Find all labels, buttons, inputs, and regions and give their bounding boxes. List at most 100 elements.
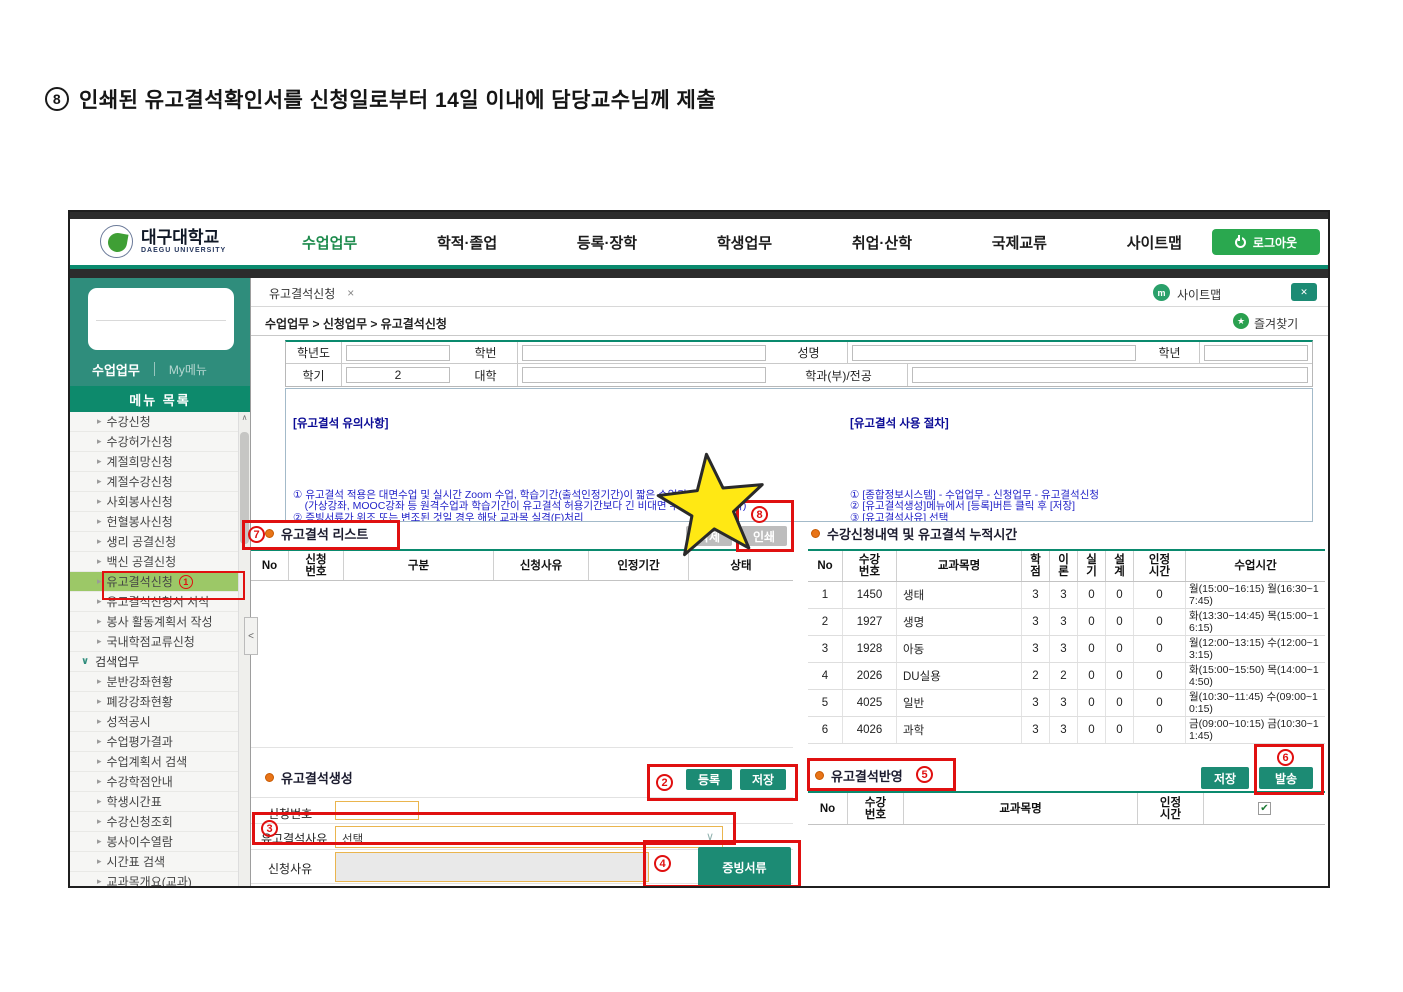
sidebar-menu-item[interactable]: 계절희망신청 — [70, 452, 238, 472]
sidebar-menu-item[interactable]: 시간표 검색 — [70, 852, 238, 872]
form-field[interactable] — [342, 342, 454, 363]
sidebar-menu-item[interactable]: 수강신청 — [70, 412, 238, 432]
cell-accepted-hours: 0 — [1134, 717, 1186, 743]
chevron-down-icon: ∨ — [706, 830, 714, 843]
sidebar-menu-item[interactable]: 국내학점교류신청 — [70, 632, 238, 652]
annotation-step-4-circle: 4 — [654, 855, 671, 872]
table-row: 3 1928 아동 3 3 0 0 0 월(12:00~13:15) 수(12:… — [808, 636, 1325, 663]
sidebar-menu-item[interactable]: 수업계획서 검색 — [70, 752, 238, 772]
nav-item[interactable]: 사이트맵 — [1127, 232, 1182, 253]
sidebar-tab-mymenu[interactable]: My메뉴 — [169, 361, 207, 378]
cell-class-time: 월(10:30~11:45) 수(09:00~10:15) — [1186, 690, 1325, 716]
sitemap-icon[interactable]: m — [1153, 284, 1170, 301]
form-field[interactable] — [518, 342, 770, 363]
sidebar-menu-item[interactable]: 수강허가신청 — [70, 432, 238, 452]
cell-course-code: 1927 — [843, 609, 897, 635]
application-no-label: 신청번호 — [268, 805, 312, 822]
menu-item-label: 수강학점안내 — [107, 773, 173, 790]
sidebar-menu-item[interactable]: 봉사 활동계획서 작성 — [70, 612, 238, 632]
cell-no: 6 — [808, 717, 843, 743]
sidebar-menu-item[interactable]: 수강학점안내 — [70, 772, 238, 792]
select-all-checkbox[interactable]: ✔ — [1258, 802, 1271, 815]
sidebar-menu-item[interactable]: 유고결석신청 1 — [70, 572, 238, 592]
nav-item[interactable]: 학적·졸업 — [437, 232, 497, 253]
sidebar-menu-item[interactable]: 사회봉사신청 — [70, 492, 238, 512]
tab-close-icon[interactable]: × — [347, 286, 354, 300]
column-header: 수업시간 — [1186, 551, 1325, 581]
sidebar-menu-item[interactable]: 봉사이수열람 — [70, 832, 238, 852]
sidebar-menu-item[interactable]: 교과목개요(교과) — [70, 872, 238, 888]
step-8-badge: 8 — [45, 87, 69, 111]
main-nav: 수업업무 학적·졸업 등록·장학 학생업무 취업·산학 — [302, 219, 1182, 265]
page: 8 인쇄된 유고결석확인서를 신청일로부터 14일 이내에 담당교수님께 제출 … — [0, 0, 1403, 992]
sidebar-collapse-handle[interactable]: < — [244, 617, 258, 655]
sitemap-link[interactable]: 사이트맵 — [1177, 286, 1221, 303]
form-field[interactable] — [848, 342, 1140, 363]
notice-procedure: [유고결석 사용 절차] ① [종합정보시스템] - 수업업무 - 신청업무 -… — [850, 393, 1312, 522]
section-bullet-icon — [815, 771, 824, 780]
nav-item[interactable]: 학생업무 — [717, 232, 772, 253]
logout-button[interactable]: 로그아웃 — [1212, 229, 1320, 255]
send-button[interactable]: 발송 — [1259, 767, 1313, 789]
sidebar-menu-item[interactable]: 검색업무 — [70, 652, 238, 672]
form-field-label: 대학 — [454, 364, 518, 386]
annotation-step-2-circle: 2 — [656, 774, 673, 791]
tab-absence-application[interactable]: 유고결석신청 × — [259, 281, 364, 305]
save-button-create[interactable]: 저장 — [740, 769, 786, 790]
cell-credit: 3 — [1022, 636, 1050, 662]
detail-reason-textarea[interactable] — [335, 852, 649, 882]
absence-reason-select[interactable]: 선택 ∨ — [335, 826, 723, 848]
sidebar-tab-main[interactable]: 수업업무 — [92, 360, 140, 379]
cell-course-code: 2026 — [843, 663, 897, 689]
period-start-input[interactable] — [335, 886, 427, 888]
content-top-strip — [70, 269, 1328, 278]
notice-procedure-title: [유고결석 사용 절차] — [850, 417, 1312, 431]
annotation-step-6-circle: 6 — [1277, 749, 1294, 766]
menu-item-label: 수강신청조회 — [107, 813, 173, 830]
table-row: 4 2026 DU실용 2 2 0 0 0 화(15:00~15:50) 목(1… — [808, 663, 1325, 690]
menu-item-label: 수업평가결과 — [107, 733, 173, 750]
application-no-input[interactable] — [335, 801, 419, 820]
nav-item[interactable]: 취업·산학 — [852, 232, 912, 253]
period-end-input[interactable] — [449, 886, 541, 888]
detail-reason-label: 신청사유 — [268, 860, 312, 877]
sidebar-menu-item[interactable]: 유고결석신청서 서식 — [70, 592, 238, 612]
cell-design: 0 — [1106, 582, 1134, 608]
save-button-apply[interactable]: 저장 — [1201, 767, 1249, 789]
attachment-button[interactable]: 증빙서류 — [698, 847, 791, 887]
form-field[interactable] — [908, 364, 1312, 386]
sidebar-menu-item[interactable]: 헌혈봉사신청 — [70, 512, 238, 532]
column-header: 학 점 — [1022, 551, 1050, 581]
favorite-link[interactable]: 즐겨찾기 — [1254, 315, 1298, 332]
scroll-up-arrow-icon[interactable]: ∧ — [239, 413, 250, 425]
cell-course-code: 1450 — [843, 582, 897, 608]
menu-item-label: 봉사이수열람 — [107, 833, 173, 850]
scrollbar-thumb[interactable] — [240, 432, 249, 544]
sidebar-menu-item[interactable]: 분반강좌현황 — [70, 672, 238, 692]
nav-item[interactable]: 국제교류 — [992, 232, 1047, 253]
absence-apply-table-header: No 수강 번호 교과목명 인정 시간 ✔ — [808, 793, 1325, 825]
close-all-windows-icon[interactable]: ✕ — [1291, 283, 1317, 301]
menu-item-label: 헌혈봉사신청 — [107, 513, 173, 530]
nav-item[interactable]: 등록·장학 — [577, 232, 637, 253]
menu-item-label: 국내학점교류신청 — [107, 633, 195, 650]
favorite-star-icon[interactable]: ★ — [1233, 313, 1249, 329]
sidebar-menu-item[interactable]: 수업평가결과 — [70, 732, 238, 752]
sidebar-menu-item[interactable]: 계절수강신청 — [70, 472, 238, 492]
cell-design: 0 — [1106, 636, 1134, 662]
register-button[interactable]: 등록 — [686, 769, 732, 790]
sidebar-menu-item[interactable]: 성적공시 — [70, 712, 238, 732]
form-field-input: 2 — [346, 367, 450, 383]
cell-credit: 3 — [1022, 690, 1050, 716]
sidebar-menu-item[interactable]: 폐강강좌현황 — [70, 692, 238, 712]
form-field[interactable] — [1200, 342, 1312, 363]
form-field[interactable] — [518, 364, 770, 386]
sidebar-menu-item[interactable]: 백신 공결신청 — [70, 552, 238, 572]
sidebar-menu-item[interactable]: 수강신청조회 — [70, 812, 238, 832]
form-field[interactable]: 2 — [342, 364, 454, 386]
sidebar-menu-item[interactable]: 생리 공결신청 — [70, 532, 238, 552]
sidebar-menu-item[interactable]: 학생시간표 — [70, 792, 238, 812]
cell-theory: 2 — [1050, 663, 1078, 689]
cell-course-code: 4025 — [843, 690, 897, 716]
nav-item[interactable]: 수업업무 — [302, 232, 357, 253]
